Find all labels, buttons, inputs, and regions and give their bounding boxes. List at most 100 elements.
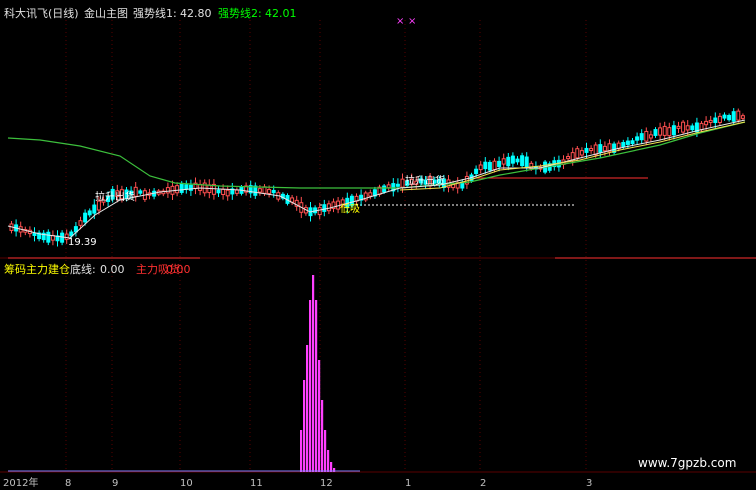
- candle: [704, 120, 709, 126]
- candle: [708, 119, 713, 123]
- candle: [221, 188, 226, 196]
- x-tick-3: 10: [180, 478, 193, 489]
- candle: [317, 207, 322, 216]
- ma-white-line: [7, 119, 746, 239]
- annotation-bottom-out: 拉升出货: [405, 176, 445, 187]
- candle: [717, 115, 722, 123]
- candle: [395, 183, 400, 187]
- marker-x2: ×: [408, 16, 416, 27]
- x-tick-7: 2: [480, 478, 487, 489]
- candle: [83, 212, 88, 223]
- candle: [257, 188, 262, 193]
- candle: [234, 189, 239, 194]
- candle: [621, 142, 626, 148]
- candle: [474, 168, 479, 174]
- candle: [87, 210, 92, 216]
- candle: [658, 127, 663, 136]
- volume-bar-2: [306, 345, 309, 472]
- candle: [400, 178, 405, 188]
- marker-x1: ×: [396, 16, 404, 27]
- candle: [382, 185, 387, 193]
- candle: [524, 156, 529, 168]
- volume-bar-0: [300, 430, 303, 472]
- candle: [497, 160, 502, 167]
- candle: [60, 232, 65, 243]
- indicator-name: 金山主图: [84, 7, 128, 20]
- candle: [188, 184, 193, 191]
- candle: [727, 114, 732, 121]
- candle: [722, 114, 727, 119]
- strong-line2-label: 强势线2:: [218, 7, 262, 20]
- candle: [32, 232, 37, 236]
- candle: [579, 150, 584, 156]
- x-tick-1: 8: [65, 478, 72, 489]
- candle: [478, 164, 483, 171]
- candle: [520, 155, 525, 167]
- candle: [92, 204, 97, 214]
- candle: [386, 184, 391, 189]
- candle: [515, 158, 520, 163]
- stock-title: 科大讯飞(日线): [4, 7, 79, 20]
- candle: [635, 136, 640, 141]
- candle: [644, 130, 649, 142]
- candle: [326, 203, 331, 212]
- candle: [165, 187, 170, 194]
- volume-bar-6: [318, 360, 321, 472]
- candle: [510, 155, 515, 164]
- candle: [216, 189, 221, 194]
- volume-bar-5: [315, 300, 318, 472]
- candle: [676, 125, 681, 129]
- x-tick-8: 3: [586, 478, 593, 489]
- candle: [662, 125, 667, 136]
- candle: [630, 140, 635, 145]
- candle: [736, 110, 741, 121]
- volume-bar-4: [312, 275, 315, 472]
- candle: [602, 145, 607, 152]
- x-tick-0: 2012年: [3, 478, 39, 489]
- candle: [685, 125, 690, 131]
- strong-line1-label: 强势线1:: [133, 7, 177, 20]
- candle: [262, 186, 267, 194]
- candle: [175, 185, 180, 194]
- bottom-line-value: 0.00: [100, 263, 125, 276]
- candle: [487, 161, 492, 171]
- volume-bar-8: [324, 430, 327, 472]
- watermark: www.7gpzb.com: [638, 456, 737, 470]
- volume-bar-9: [327, 450, 330, 472]
- candle: [506, 156, 511, 167]
- candle: [184, 184, 189, 190]
- annotation-rise-out: 拉升出货: [95, 192, 135, 203]
- x-tick-6: 1: [405, 478, 412, 489]
- candle: [598, 144, 603, 153]
- bottom-line-label: 底线:: [70, 263, 96, 276]
- stock-chart: × ×: [0, 16, 756, 473]
- candle: [225, 189, 230, 197]
- candle: [584, 147, 589, 153]
- volume-bar-7: [321, 400, 324, 472]
- candle: [731, 111, 736, 122]
- candle: [267, 188, 272, 194]
- annotation-low-point: 19.39: [68, 237, 97, 248]
- candle: [483, 161, 488, 170]
- candle: [690, 125, 695, 131]
- candle: [501, 158, 506, 165]
- candle: [681, 121, 686, 133]
- main-build-value: 0.00: [166, 263, 191, 276]
- candle: [138, 190, 143, 194]
- candle: [179, 182, 184, 193]
- candle: [322, 204, 327, 212]
- candle: [368, 192, 373, 197]
- candle: [671, 125, 676, 136]
- candle: [625, 140, 630, 145]
- candle: [575, 148, 580, 159]
- candle: [198, 183, 203, 191]
- candle: [639, 133, 644, 141]
- candle: [713, 117, 718, 124]
- candle: [653, 129, 658, 136]
- candle: [492, 160, 497, 171]
- x-tick-2: 9: [112, 478, 119, 489]
- candle: [78, 220, 83, 226]
- candle: [271, 189, 276, 194]
- candle: [648, 134, 653, 139]
- strong-line2-value: 42.01: [265, 7, 297, 20]
